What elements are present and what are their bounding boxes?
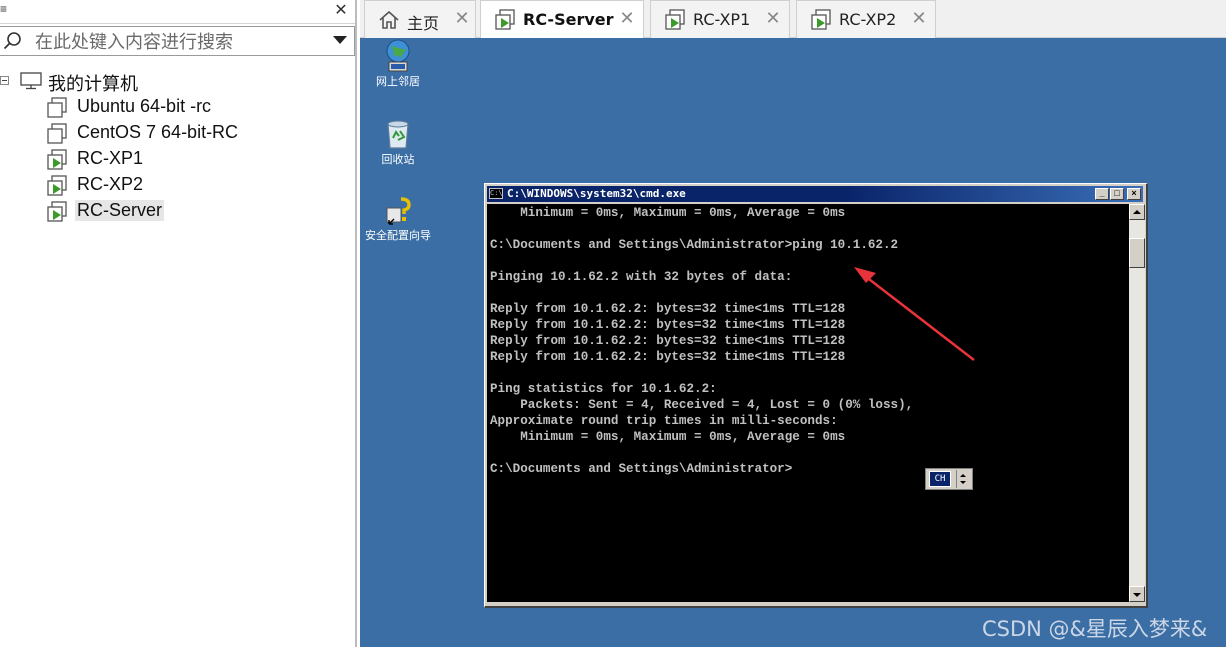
tree-item-label: Ubuntu 64-bit -rc [77,96,212,116]
vm-running-icon [811,9,831,30]
tab-label: 主页 [407,14,440,33]
sidebar-splitter[interactable] [355,0,357,647]
close-tab-icon[interactable]: ✕ [910,8,928,30]
cmd-line: Pinging 10.1.62.2 with 32 bytes of data: [490,270,793,284]
vm-running-icon [47,149,67,170]
computer-icon [20,72,42,90]
tree-root-label: 我的计算机 [48,74,138,95]
vm-icon [47,123,67,144]
desktop-icon-label: 回收站 [381,153,415,166]
vm-icon [47,97,67,118]
cmd-system-icon[interactable]: C:\ [489,188,503,199]
cmd-line: Reply from 10.1.62.2: bytes=32 time<1ms … [490,350,846,364]
tree-item-label: RC-XP2 [77,174,144,194]
cmd-scrollbar[interactable] [1129,204,1145,602]
vm-console[interactable]: 网上邻居 回收站 安全配置向导 C:\ C:\WINDOWS\system32\… [360,38,1226,647]
desktop-icon-label: 网上邻居 [376,75,420,88]
close-button[interactable]: × [1127,188,1141,200]
collapse-toggle-icon[interactable] [0,76,9,85]
tab-label: RC-XP1 [693,10,751,29]
search-input[interactable] [35,31,315,53]
vm-running-icon [665,9,685,30]
tab-rc-server[interactable]: RC-Server ✕ [480,0,644,39]
desktop-icon-label: 安全配置向导 [365,229,431,242]
ime-indicator[interactable]: CH [925,468,973,490]
tab-bar: 主页 ✕ RC-Server ✕ RC-XP1 ✕ RC-XP2 ✕ [360,0,1226,39]
close-tab-icon[interactable]: ✕ [618,8,636,30]
close-library-button[interactable]: ✕ [332,0,350,20]
cmd-line: Reply from 10.1.62.2: bytes=32 time<1ms … [490,302,846,316]
scroll-up-button[interactable] [1129,204,1145,220]
vm-running-icon [47,175,67,196]
vm-running-icon [47,201,67,222]
library-search [0,26,355,56]
tree-item-ubuntu[interactable]: Ubuntu 64-bit -rc [46,94,346,120]
tree-item-rc-xp2[interactable]: RC-XP2 [46,172,346,198]
ime-spinner[interactable] [956,470,970,488]
cmd-line: Reply from 10.1.62.2: bytes=32 time<1ms … [490,334,846,348]
home-icon [379,10,399,29]
cmd-title: C:\WINDOWS\system32\cmd.exe [507,187,686,200]
tree-item-label: RC-XP1 [77,148,144,168]
scroll-down-button[interactable] [1129,586,1145,602]
tab-label: RC-XP2 [839,10,897,29]
ime-language-badge: CH [929,471,951,487]
cmd-line [490,253,913,269]
cmd-output-lines: Minimum = 0ms, Maximum = 0ms, Average = … [490,205,913,477]
watermark: CSDN @&星辰入梦来& [982,617,1208,641]
tab-home[interactable]: 主页 ✕ [364,0,476,38]
tab-label: RC-Server [523,10,614,29]
cmd-line: Minimum = 0ms, Maximum = 0ms, Average = … [490,430,846,444]
cmd-line: C:\Documents and Settings\Administrator> [490,462,793,476]
cmd-line: Minimum = 0ms, Maximum = 0ms, Average = … [490,206,846,220]
minimize-button[interactable]: _ [1095,188,1109,200]
cmd-line: C:\Documents and Settings\Administrator>… [490,238,899,252]
close-tab-icon[interactable]: ✕ [453,8,471,30]
cmd-line [490,221,913,237]
maximize-button[interactable]: □ [1110,188,1124,200]
tree-root-my-computer[interactable]: 我的计算机 [0,68,200,95]
cmd-line [490,365,913,381]
security-wizard-icon [386,197,411,225]
cmd-output[interactable]: Minimum = 0ms, Maximum = 0ms, Average = … [487,204,1129,602]
cmd-line: Approximate round trip times in milli-se… [490,414,838,428]
desktop-icon-network-places[interactable]: 网上邻居 [360,38,438,88]
tree-item-rc-xp1[interactable]: RC-XP1 [46,146,346,172]
tab-rc-xp1[interactable]: RC-XP1 ✕ [650,0,790,38]
cmd-window[interactable]: C:\ C:\WINDOWS\system32\cmd.exe _ □ × Mi… [484,183,1148,608]
library-menu-icon[interactable]: ≡ [0,2,7,16]
cmd-line [490,445,913,461]
tree-item-centos[interactable]: CentOS 7 64-bit-RC [46,120,346,146]
cmd-line: Packets: Sent = 4, Received = 4, Lost = … [490,398,914,412]
cmd-line [490,285,913,301]
network-places-icon [386,39,410,72]
tab-rc-xp2[interactable]: RC-XP2 ✕ [796,0,936,38]
tree-item-rc-server[interactable]: RC-Server [46,198,346,224]
desktop-icon-security-wizard[interactable]: 安全配置向导 [360,196,438,242]
desktop-icon-recycle-bin[interactable]: 回收站 [360,116,438,166]
library-header: ≡ ✕ [0,0,355,24]
tree-item-label: CentOS 7 64-bit-RC [77,122,239,142]
cmd-line: Reply from 10.1.62.2: bytes=32 time<1ms … [490,318,846,332]
recycle-bin-icon [387,120,409,149]
tree-item-label: RC-Server [75,200,165,221]
library-panel: ≡ ✕ 我的计算机 Ubuntu 64-bit -rc [0,0,357,647]
scroll-thumb[interactable] [1129,238,1145,268]
vm-running-icon [495,9,515,30]
search-dropdown-icon[interactable] [333,36,347,44]
cmd-line: Ping statistics for 10.1.62.2: [490,382,717,396]
close-tab-icon[interactable]: ✕ [764,8,782,30]
search-icon [3,32,21,50]
cmd-titlebar[interactable]: C:\ C:\WINDOWS\system32\cmd.exe _ □ × [487,186,1143,202]
